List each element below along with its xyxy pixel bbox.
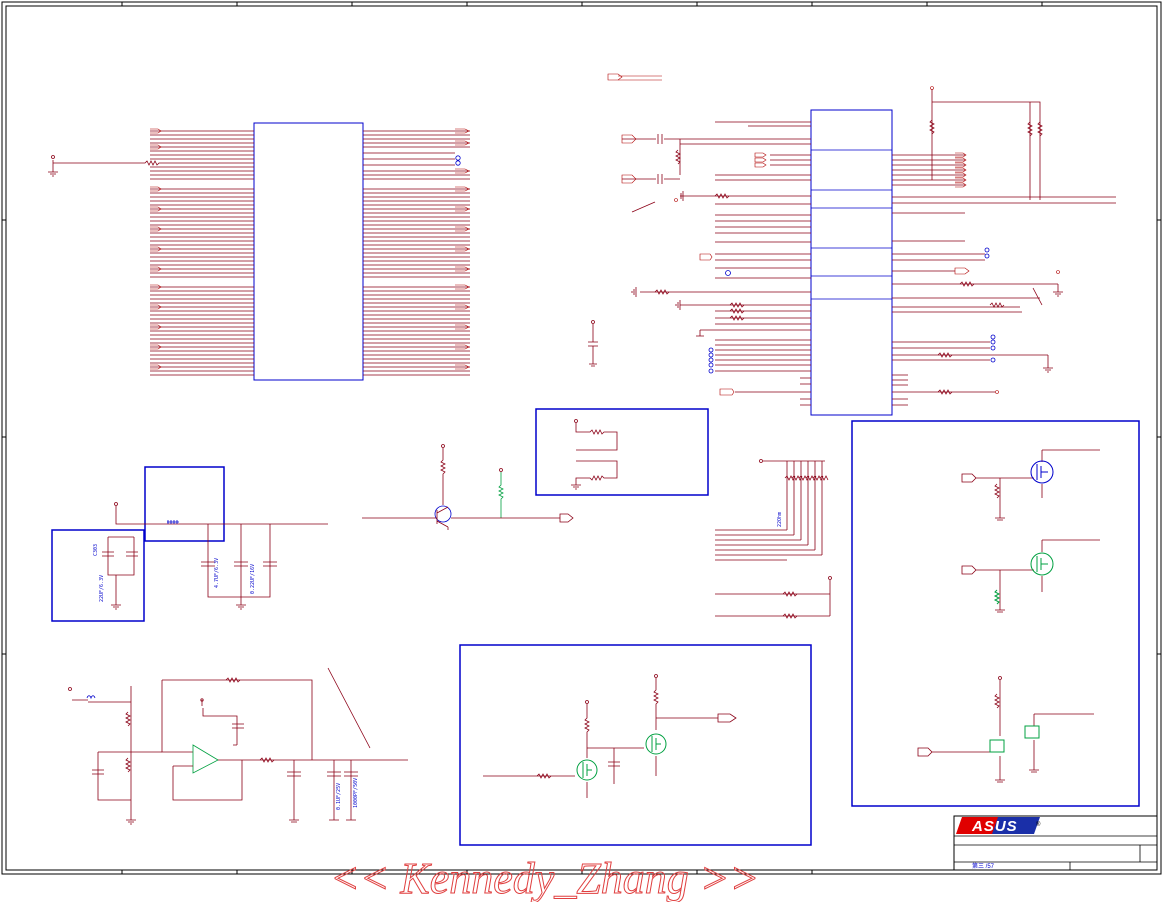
controller-test-points [708, 247, 996, 374]
box-resistor-network [535, 408, 709, 496]
cap-standalone [588, 320, 598, 367]
controller-right-pins [892, 89, 1116, 406]
controller-caps [622, 134, 680, 184]
label-cap-47uf: 4.7UF/6.3V [214, 558, 220, 588]
registered-mark: ® [1036, 821, 1041, 828]
schematic-sheet: 22Ohm C303 22UF/6.3V 4.7UF/6.3V 0.22UF/1… [1, 1, 1162, 902]
box-mosfet-drivers [851, 420, 1140, 807]
label-cap-22uf: 22UF/6.3V [99, 575, 105, 602]
ic-left-pins-right [363, 130, 470, 376]
mosfet-icons [576, 733, 667, 781]
resistor-left-input [48, 155, 254, 177]
test-point-icons [455, 155, 461, 166]
title-block: ASUS ® 第三 /57 [953, 815, 1158, 871]
asus-logo: ASUS ® [956, 817, 1041, 835]
asus-logo-text: ASUS [971, 818, 1018, 835]
power-dots [674, 86, 1060, 394]
controller-left-pins [640, 121, 811, 406]
label-cap-022uf: 0.22UF/16V [250, 564, 256, 594]
label-cap-1000pf: 1000PF/50V [353, 778, 359, 808]
controller-gnd-icons [631, 191, 1063, 373]
box-mosfet-switch [459, 644, 812, 846]
resistor-array [715, 459, 832, 619]
ic-left-pins-left [150, 130, 254, 376]
sheet-border [1, 1, 1162, 875]
label-cap-c303: C303 [93, 544, 99, 556]
label-cap-01uf: 0.1UF/25V [336, 783, 342, 810]
watermark-text: << Kennedy_Zhang >> [330, 854, 759, 902]
ic-right-controller [607, 73, 1116, 416]
transistor-stage [362, 444, 574, 530]
driver-mosfet-icons [1030, 460, 1054, 484]
page-label: 第三 /57 [972, 862, 995, 870]
controller-resistors [654, 119, 1043, 395]
ic-left-main [48, 122, 470, 381]
label-res-22ohm: 22Ohm [777, 512, 783, 527]
